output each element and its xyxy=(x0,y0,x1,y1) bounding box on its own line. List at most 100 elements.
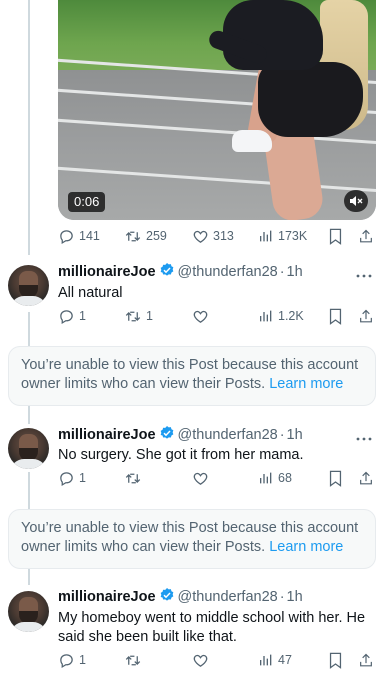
share-button[interactable] xyxy=(358,226,374,246)
repost-button[interactable] xyxy=(124,650,142,670)
thread-line xyxy=(28,567,30,585)
display-name[interactable]: millionaireJoe xyxy=(58,264,156,280)
handle[interactable]: @thunderfan28 xyxy=(178,589,278,605)
views-count: 1.2K xyxy=(278,309,304,323)
muted-speaker-icon[interactable] xyxy=(344,190,368,212)
reply-button[interactable]: 1 xyxy=(58,468,86,488)
tweet-header: millionaireJoe @thunderfan28 · 1h xyxy=(58,425,303,445)
views-button[interactable]: 68 xyxy=(258,468,292,488)
reply-count: 1 xyxy=(79,471,86,485)
verified-badge-icon xyxy=(159,262,175,282)
reply-icon xyxy=(60,309,73,324)
reply-icon xyxy=(60,471,73,486)
video-timecode: 0:06 xyxy=(68,192,106,212)
repost-icon xyxy=(125,473,141,483)
repost-icon xyxy=(125,655,141,665)
heart-icon xyxy=(193,654,208,667)
reply-button[interactable]: 141 xyxy=(58,226,100,246)
restricted-post-notice: You’re unable to view this Post because … xyxy=(8,509,376,569)
views-chart-icon xyxy=(260,654,272,666)
like-button[interactable] xyxy=(192,468,209,488)
more-options-icon[interactable] xyxy=(356,266,376,282)
reply-icon xyxy=(60,229,73,244)
display-name[interactable]: millionaireJoe xyxy=(58,589,156,605)
bookmark-button[interactable] xyxy=(328,306,343,326)
repost-count: 1 xyxy=(146,309,153,323)
learn-more-link[interactable]: Learn more xyxy=(269,376,343,392)
tweet-header: millionaireJoe @thunderfan28 · 1h xyxy=(58,587,303,607)
repost-button[interactable]: 259 xyxy=(124,226,167,246)
heart-icon xyxy=(193,230,208,243)
tweet-text: No surgery. She got it from her mama. xyxy=(58,447,304,463)
repost-icon xyxy=(125,311,141,321)
heart-icon xyxy=(193,472,208,485)
share-icon xyxy=(360,309,372,322)
like-button[interactable] xyxy=(192,306,209,326)
separator-dot: · xyxy=(279,427,285,443)
like-button[interactable]: 313 xyxy=(192,226,234,246)
views-count: 68 xyxy=(278,471,292,485)
verified-badge-icon xyxy=(159,425,175,445)
views-chart-icon xyxy=(260,230,272,242)
thread-line xyxy=(28,404,30,424)
reply-button[interactable]: 1 xyxy=(58,650,86,670)
heart-icon xyxy=(193,310,208,323)
avatar[interactable] xyxy=(8,591,49,632)
tweet-text: All natural xyxy=(58,285,123,301)
share-icon xyxy=(360,653,372,666)
timestamp[interactable]: 1h xyxy=(287,427,303,443)
bookmark-icon xyxy=(329,308,342,325)
display-name[interactable]: millionaireJoe xyxy=(58,427,156,443)
reply-count: 1 xyxy=(79,309,86,323)
repost-button[interactable]: 1 xyxy=(124,306,153,326)
timestamp[interactable]: 1h xyxy=(287,589,303,605)
views-chart-icon xyxy=(260,472,272,484)
bookmark-icon xyxy=(329,652,342,669)
tweet-actions: 1 68 xyxy=(58,468,376,488)
reply-icon xyxy=(60,653,73,668)
tweet-text: My homeboy went to middle school with he… xyxy=(58,610,366,645)
reply-button[interactable]: 1 xyxy=(58,306,86,326)
timestamp[interactable]: 1h xyxy=(287,264,303,280)
bookmark-button[interactable] xyxy=(328,226,343,246)
views-count: 47 xyxy=(278,653,292,667)
tweet-actions: 1 1 1.2K xyxy=(58,306,376,326)
repost-count: 259 xyxy=(146,229,167,243)
tweet-header: millionaireJoe @thunderfan28 · 1h xyxy=(58,262,303,282)
verified-badge-icon xyxy=(159,587,175,607)
share-button[interactable] xyxy=(358,306,374,326)
share-icon xyxy=(360,471,372,484)
avatar[interactable] xyxy=(8,428,49,469)
like-count: 313 xyxy=(213,229,234,243)
views-button[interactable]: 1.2K xyxy=(258,306,304,326)
thread-line xyxy=(28,0,30,255)
views-count: 173K xyxy=(278,229,308,243)
bookmark-button[interactable] xyxy=(328,650,343,670)
share-button[interactable] xyxy=(358,650,374,670)
avatar[interactable] xyxy=(8,265,49,306)
like-button[interactable] xyxy=(192,650,209,670)
restricted-post-notice: You’re unable to view this Post because … xyxy=(8,346,376,406)
views-button[interactable]: 173K xyxy=(258,226,307,246)
reply-count: 1 xyxy=(79,653,86,667)
separator-dot: · xyxy=(279,589,285,605)
tweet-actions: 141 259 313 173K xyxy=(58,226,376,246)
handle[interactable]: @thunderfan28 xyxy=(178,427,278,443)
share-icon xyxy=(360,229,372,242)
bookmark-button[interactable] xyxy=(328,468,343,488)
video-player[interactable]: 0:06 xyxy=(58,0,376,220)
reply-count: 141 xyxy=(79,229,100,243)
repost-button[interactable] xyxy=(124,468,142,488)
more-options-icon[interactable] xyxy=(356,429,376,445)
bookmark-icon xyxy=(329,228,342,245)
handle[interactable]: @thunderfan28 xyxy=(178,264,278,280)
thread-line xyxy=(28,472,30,512)
separator-dot: · xyxy=(279,264,285,280)
repost-icon xyxy=(125,231,141,241)
tweet-actions: 1 47 xyxy=(58,650,376,670)
share-button[interactable] xyxy=(358,468,374,488)
learn-more-link[interactable]: Learn more xyxy=(269,539,343,555)
bookmark-icon xyxy=(329,470,342,487)
views-chart-icon xyxy=(260,310,272,322)
views-button[interactable]: 47 xyxy=(258,650,292,670)
